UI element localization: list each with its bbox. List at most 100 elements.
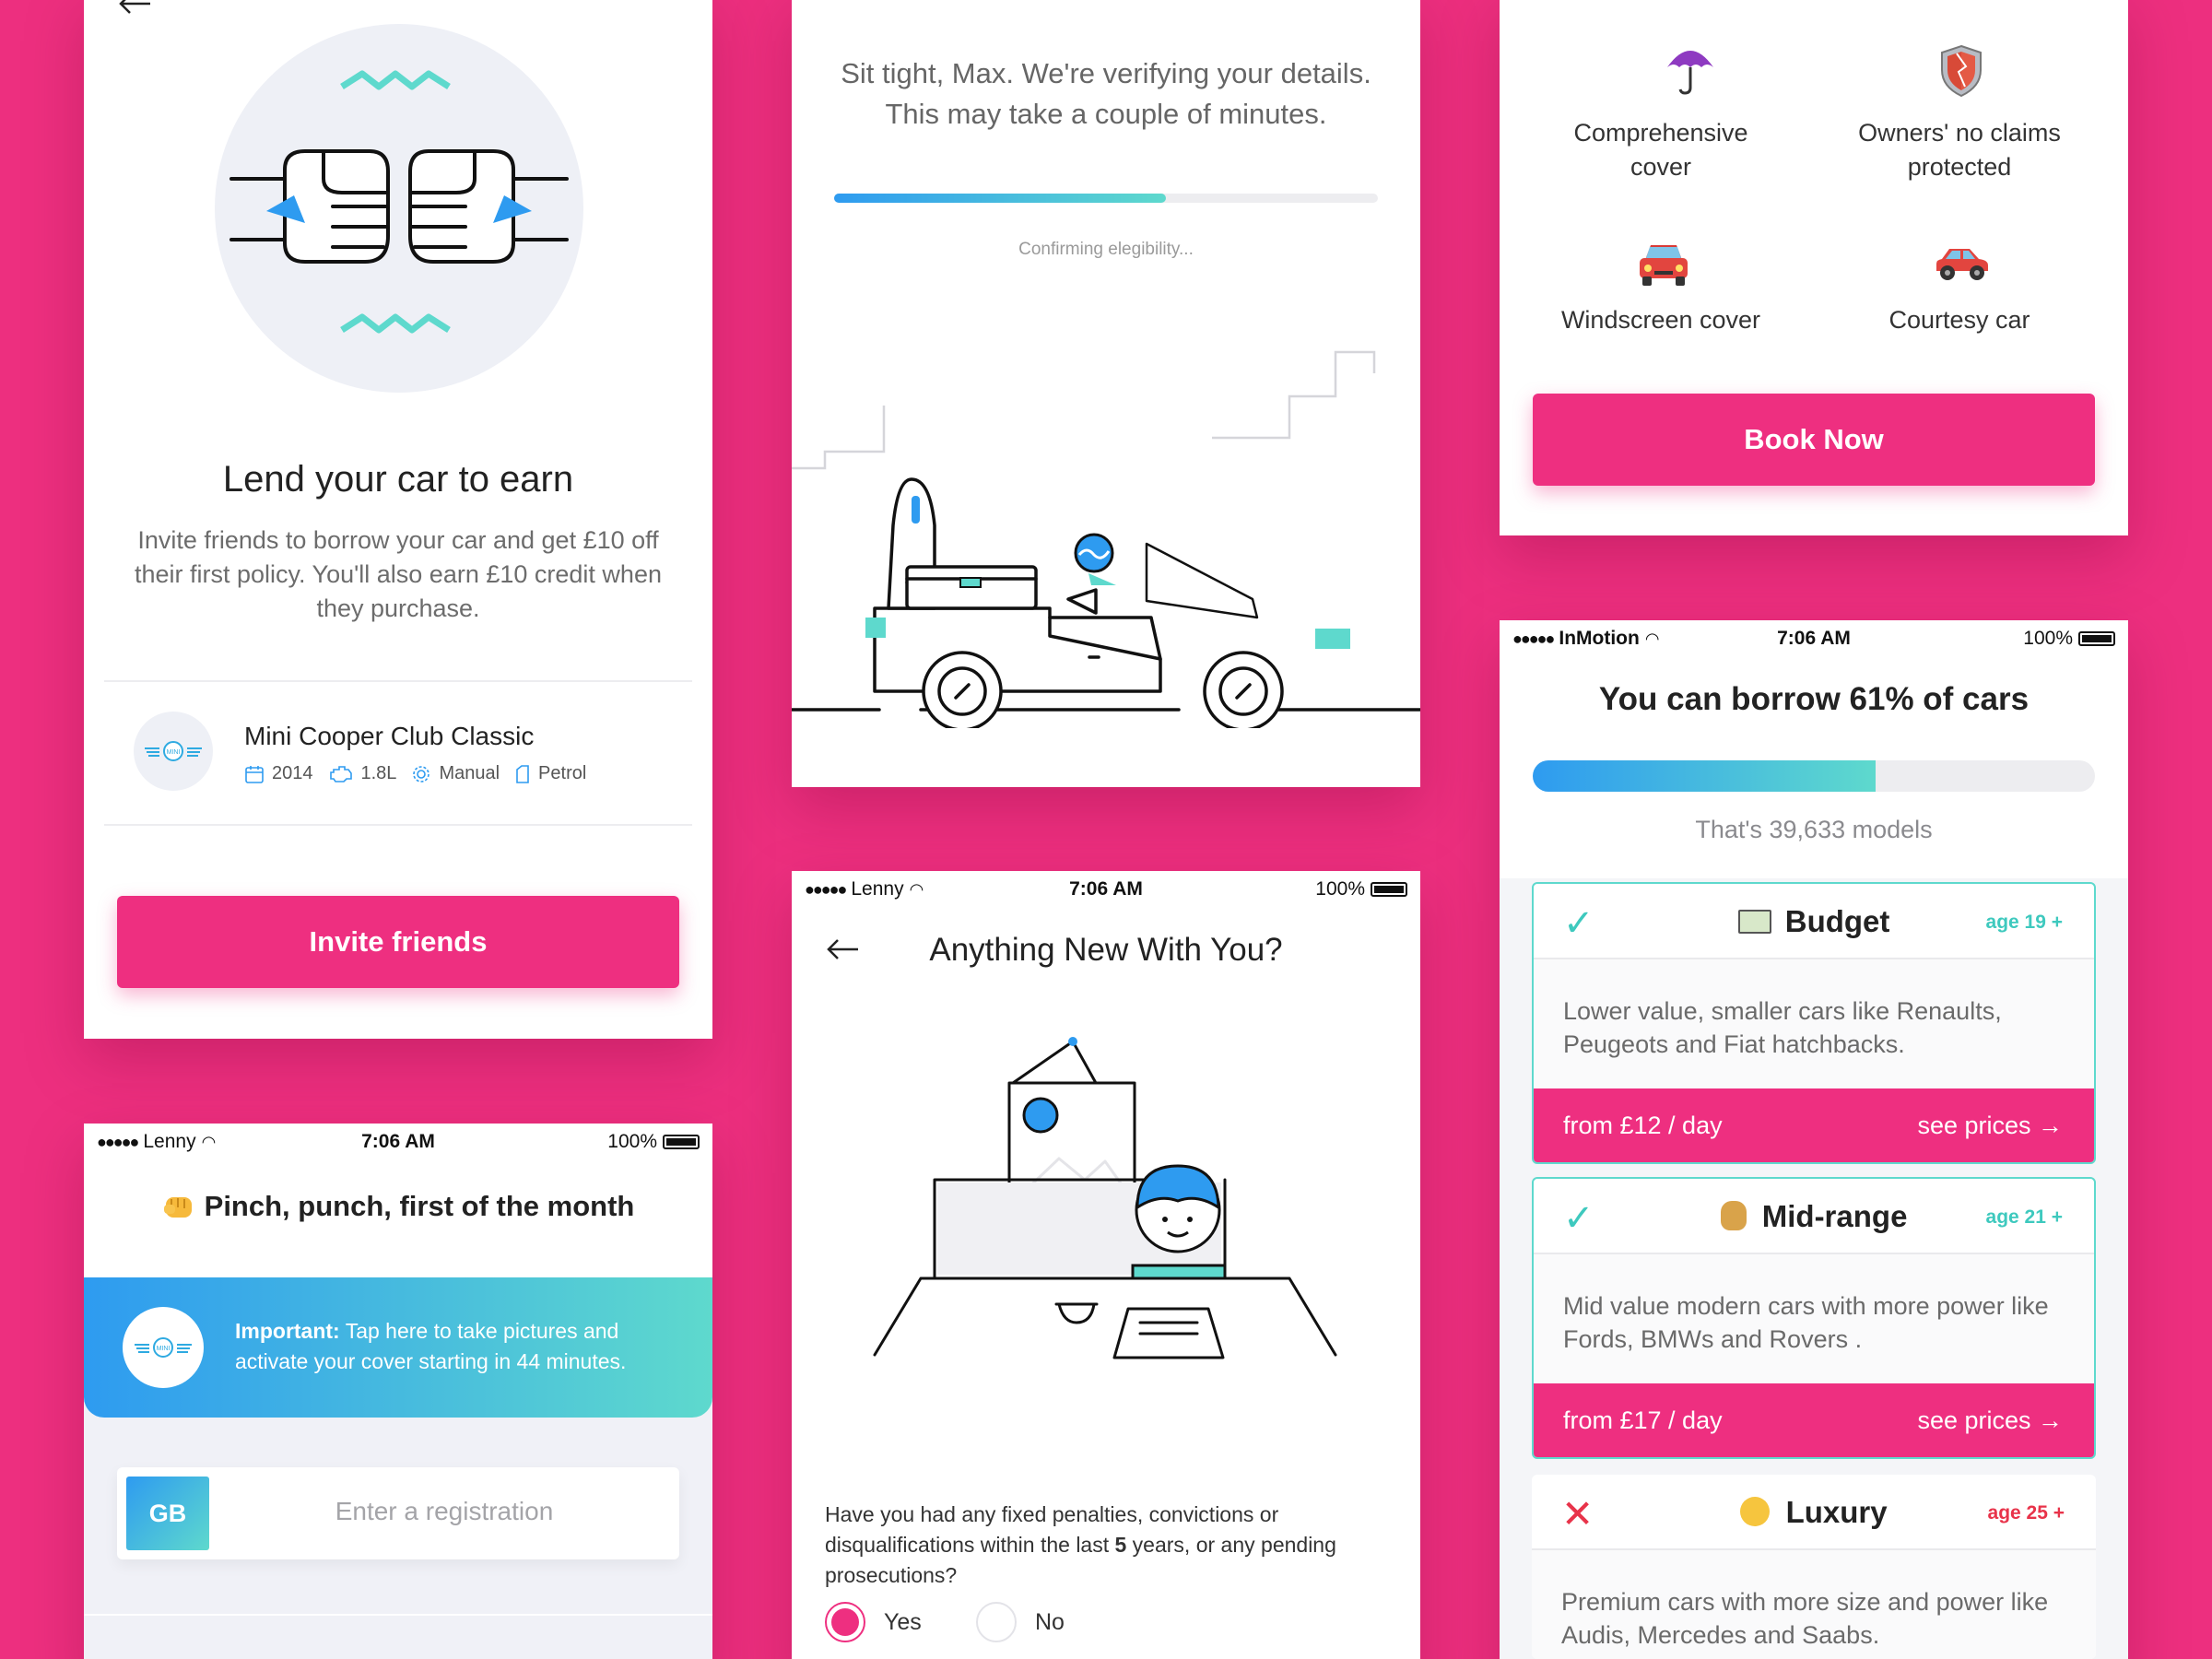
verifying-message: Sit tight, Max. We're verifying your det… <box>792 53 1420 135</box>
radio-no-label: No <box>1035 1608 1065 1635</box>
cover-card: Comprehensive cover Owners' no claims pr… <box>1500 0 2128 535</box>
spec-fuel: Petrol <box>514 763 586 784</box>
country-badge[interactable]: GB <box>126 1477 209 1550</box>
tier-footer: from £12 / day see prices → <box>1534 1088 2094 1162</box>
mini-logo-icon: MINI <box>145 741 202 761</box>
tier-footer: from £17 / day see prices → <box>1534 1383 2094 1457</box>
mini-logo-text: MINI <box>167 749 181 756</box>
registration-placeholder: Enter a registration <box>335 1497 554 1525</box>
question-text: Have you had any fixed penalties, convic… <box>825 1502 1336 1587</box>
tier-age: age 25 + <box>1987 1502 2065 1524</box>
car-side-icon <box>1936 249 1988 280</box>
wifi-icon: ◠ <box>201 1132 217 1151</box>
divider <box>104 680 692 682</box>
carrier-name: Lenny <box>143 1131 196 1152</box>
tier-header: ✓ Budget age 19 + <box>1534 884 2094 958</box>
see-prices-link[interactable]: see prices → <box>1917 1406 2063 1435</box>
fist-bump-illustration <box>215 24 583 393</box>
years-value: 5 <box>1114 1533 1127 1557</box>
radio-selected-icon[interactable] <box>825 1602 865 1642</box>
umbrella-icon <box>1667 51 1713 95</box>
divider <box>104 824 692 826</box>
lend-description-line: their first policy. You'll also earn £10… <box>135 560 662 588</box>
back-arrow-icon[interactable] <box>115 0 152 18</box>
feature-label: Comprehensive cover <box>1573 119 1748 181</box>
lend-card: Lend your car to earn Invite friends to … <box>84 0 712 1039</box>
battery-percent: 100% <box>607 1131 657 1152</box>
registration-input[interactable]: GB Enter a registration <box>117 1467 679 1559</box>
gear-icon <box>413 765 430 782</box>
feature-label: Courtesy car <box>1888 306 2030 334</box>
car-logo: MINI <box>134 712 213 791</box>
tier-mid-range[interactable]: ✓ Mid-range age 21 + Mid value modern ca… <box>1532 1177 2096 1459</box>
invite-friends-button[interactable]: Invite friends <box>117 896 679 988</box>
battery-percent: 100% <box>1315 878 1365 900</box>
banner-text: Important: Tap here to take pictures and… <box>235 1319 627 1373</box>
wifi-icon: ◠ <box>909 879 924 899</box>
verify-progress-track <box>834 194 1378 203</box>
mini-logo-icon: MINI <box>135 1337 192 1358</box>
battery-percent: 100% <box>2023 628 2073 649</box>
money-icon <box>1737 910 1771 934</box>
battery-icon <box>663 1135 700 1149</box>
pinch-title-row: Pinch, punch, first of the month <box>84 1190 712 1223</box>
banner-bold: Important: <box>235 1319 340 1343</box>
spec-gearbox: Manual <box>411 763 500 784</box>
tier-header: ✕ Luxury age 25 + <box>1532 1475 2096 1548</box>
battery-icon <box>2078 631 2115 646</box>
fuel-icon <box>516 764 529 783</box>
car-specs: 2014 1.8L Manual Petrol <box>244 763 586 784</box>
tier-luxury[interactable]: ✕ Luxury age 25 + Premium cars with more… <box>1532 1475 2096 1659</box>
lend-description: Invite friends to borrow your car and ge… <box>84 524 712 626</box>
verify-status: Confirming elegibility... <box>1018 240 1194 259</box>
important-banner[interactable]: MINI Important: Tap here to take picture… <box>84 1277 712 1418</box>
see-prices-link[interactable]: see prices → <box>1917 1112 2063 1140</box>
tier-age: age 21 + <box>1985 1206 2063 1228</box>
wifi-icon: ◠ <box>1644 629 1660 648</box>
lend-title: Lend your car to earn <box>222 459 574 500</box>
radio-empty-icon[interactable] <box>976 1602 1017 1642</box>
feature-label: Windscreen cover <box>1560 306 1761 334</box>
carrier-name: InMotion <box>1559 628 1640 649</box>
lend-description-line: they purchase. <box>316 594 480 622</box>
page-title: Anything New With You? <box>929 932 1283 968</box>
car-name: Mini Cooper Club Classic <box>244 722 535 750</box>
status-bar: ●●●●● Lenny ◠ 7:06 AM 100% <box>792 871 1420 908</box>
borrow-progress-track <box>1533 760 2095 792</box>
book-now-button[interactable]: Book Now <box>1533 394 2095 486</box>
tier-age: age 19 + <box>1985 912 2063 933</box>
fist-icon <box>163 1197 192 1218</box>
divider <box>84 1614 712 1616</box>
engine-icon <box>329 765 352 782</box>
lend-description-line: Invite friends to borrow your car and ge… <box>137 526 659 554</box>
radio-yes[interactable]: Yes <box>825 1602 922 1642</box>
feature-label: Owners' no claims protected <box>1858 119 2061 181</box>
radio-yes-label: Yes <box>884 1608 922 1635</box>
spec-engine: 1.8L <box>328 763 396 784</box>
anything-new-card: ●●●●● Lenny ◠ 7:06 AM 100% Anything New Wi… <box>792 871 1420 1659</box>
car-front-icon <box>1640 245 1688 286</box>
car-illustration <box>792 350 1420 728</box>
mini-logo-text: MINI <box>157 1346 171 1352</box>
tier-price: from £17 / day <box>1563 1406 1723 1434</box>
pinch-card: ●●●●● Lenny ◠ 7:06 AM 100% Pinch, punch, f… <box>84 1124 712 1659</box>
radio-no[interactable]: No <box>976 1602 1065 1642</box>
tier-description: Mid value modern cars with more power li… <box>1534 1253 2094 1383</box>
status-bar: ●●●●● InMotion ◠ 7:06 AM 100% <box>1500 620 2128 657</box>
spec-year: 2014 <box>244 763 313 784</box>
banner-logo: MINI <box>123 1307 204 1388</box>
tier-header: ✓ Mid-range age 21 + <box>1534 1179 2094 1253</box>
shield-icon <box>1941 44 1982 98</box>
tier-description: Premium cars with more size and power li… <box>1532 1548 2096 1659</box>
money-face-icon <box>1740 1497 1771 1526</box>
tier-name: Mid-range <box>1761 1199 1908 1233</box>
tier-budget[interactable]: ✓ Budget age 19 + Lower value, smaller c… <box>1532 882 2096 1164</box>
tier-name: Luxury <box>1785 1495 1888 1529</box>
borrow-subtitle: That's 39,633 models <box>1695 816 1933 843</box>
money-bag-icon <box>1720 1201 1747 1230</box>
carrier-name: Lenny <box>851 878 904 900</box>
desk-illustration <box>873 1037 1337 1359</box>
status-bar: ●●●●● Lenny ◠ 7:06 AM 100% <box>84 1124 712 1160</box>
verifying-card: Sit tight, Max. We're verifying your det… <box>792 0 1420 787</box>
borrow-title: You can borrow 61% of cars <box>1598 681 2030 717</box>
